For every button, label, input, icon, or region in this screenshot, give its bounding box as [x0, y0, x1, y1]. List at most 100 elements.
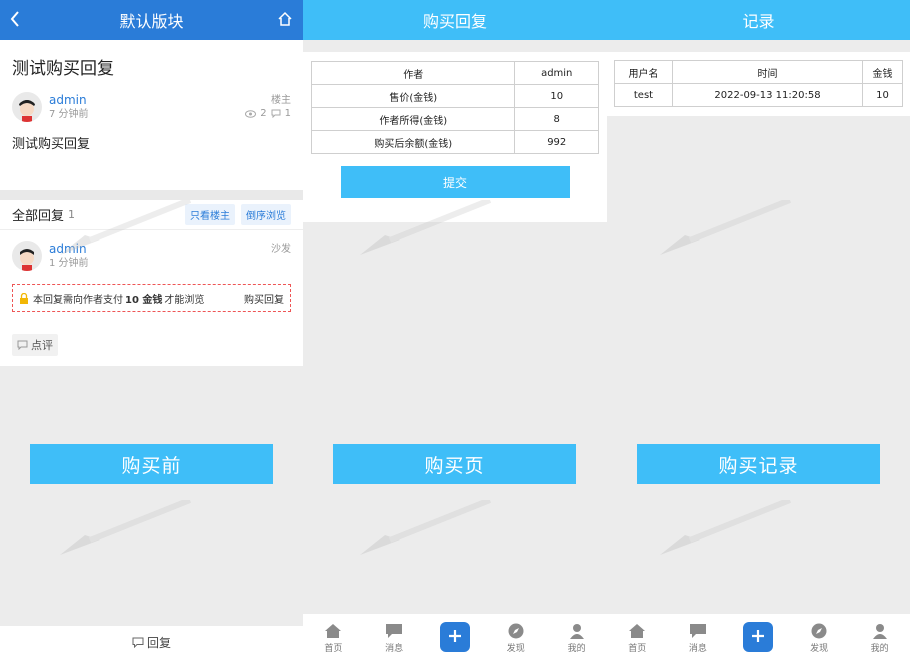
bottom-reply-label: 回复: [146, 635, 171, 650]
page-title: 默认版块: [119, 12, 184, 31]
records-card: 用户名 时间 金钱 test 2022-09-13 11:20:58 10: [607, 52, 910, 116]
purchase-card: 作者 admin 售价(金钱) 10 作者所得(金钱) 8 购买后余额(金钱) …: [303, 52, 607, 222]
column-header: 金钱: [862, 60, 903, 84]
table-row: 购买后余额(金钱) 992: [310, 130, 599, 154]
reverse-order-button[interactable]: 倒序浏览: [241, 204, 291, 225]
view-count: 2: [260, 108, 267, 119]
lock-icon: [20, 292, 28, 304]
plus-icon: [743, 622, 774, 652]
plus-icon: [439, 622, 470, 652]
tab-post[interactable]: [738, 622, 778, 654]
comment-icon: [17, 340, 28, 350]
tab-home-label: 首页: [324, 644, 343, 654]
post-stats: 2 1: [245, 107, 291, 120]
tab-home[interactable]: 首页: [313, 623, 353, 654]
post: 测试购买回复 admin 7 分钟前 楼主 2 1 测试购买回复: [0, 40, 303, 190]
table-header-row: 用户名 时间 金钱: [614, 60, 903, 84]
tab-mine[interactable]: 我的: [860, 623, 900, 654]
table-cell: 2022-09-13 11:20:58: [672, 83, 863, 107]
pay-suffix: 才能浏览: [164, 294, 205, 306]
message-icon: [689, 624, 706, 638]
column-header: 时间: [672, 60, 863, 84]
tab-discover[interactable]: 发现: [799, 623, 839, 654]
compass-icon: [508, 623, 524, 639]
tab-discover-label: 发现: [810, 644, 829, 654]
author-name[interactable]: admin: [49, 93, 245, 108]
tab-messages[interactable]: 消息: [374, 623, 414, 654]
tab-mine-label: 我的: [567, 644, 586, 654]
pay-prefix: 本回复需向作者支付: [33, 294, 123, 306]
tab-post[interactable]: [435, 622, 475, 654]
reply-time: 1 分钟前: [49, 258, 89, 269]
floor-label: 沙发: [271, 244, 291, 255]
home-icon: [325, 624, 342, 638]
user-icon: [569, 624, 584, 639]
column-header: 用户名: [614, 60, 673, 84]
pay-amount: 10 金钱: [125, 294, 163, 306]
page-title: 购买回复: [422, 12, 487, 31]
back-icon[interactable]: [10, 11, 20, 31]
caption-purchase-page: 购买页: [333, 444, 576, 484]
buy-reply-button[interactable]: 购买回复: [244, 291, 284, 306]
reply-count: 1: [284, 108, 291, 119]
avatar[interactable]: [12, 92, 42, 122]
comment-icon: [271, 109, 281, 118]
bottom-reply-button[interactable]: 回复: [0, 626, 303, 658]
tab-messages-label: 消息: [688, 644, 707, 654]
tab-messages-label: 消息: [385, 644, 404, 654]
post-meta: 楼主 2 1: [245, 94, 291, 120]
reply-author-row: admin 1 分钟前 沙发: [12, 240, 291, 272]
panel-purchase-page: 购买回复 作者 admin 售价(金钱) 10 作者所得(金钱) 8 购买后余额…: [303, 0, 607, 658]
divider: [0, 190, 303, 200]
eye-icon: [245, 109, 257, 118]
replies-title: 全部回复: [12, 209, 65, 224]
purchase-table: 作者 admin 售价(金钱) 10 作者所得(金钱) 8 购买后余额(金钱) …: [310, 61, 599, 154]
tab-bar: 首页 消息 发现 我的: [303, 614, 607, 658]
tab-mine-label: 我的: [870, 644, 889, 654]
replies-count: 1: [68, 208, 76, 221]
tab-discover[interactable]: 发现: [496, 623, 536, 654]
tab-messages[interactable]: 消息: [678, 623, 718, 654]
post-author-row: admin 7 分钟前 楼主 2 1: [12, 91, 291, 123]
user-icon: [872, 624, 887, 639]
table-cell: 售价(金钱): [310, 84, 516, 108]
author-role: 楼主: [271, 95, 291, 106]
header: 默认版块: [0, 0, 303, 40]
records-table: 用户名 时间 金钱 test 2022-09-13 11:20:58 10: [614, 60, 903, 107]
tab-home-label: 首页: [628, 644, 647, 654]
replies-bar: 全部回复 1 只看楼主 倒序浏览: [0, 200, 303, 230]
avatar[interactable]: [12, 241, 42, 271]
submit-button[interactable]: 提交: [340, 166, 570, 198]
reply-author-name[interactable]: admin: [49, 242, 271, 257]
home-icon: [629, 624, 646, 638]
caption-purchase-records: 购买记录: [637, 444, 880, 484]
table-row: 作者所得(金钱) 8: [310, 107, 599, 131]
reply-item: admin 1 分钟前 沙发 本回复需向作者支付 10 金钱 才能浏览 购买回复…: [0, 230, 303, 366]
table-cell: admin: [514, 61, 599, 85]
comment-label: 点评: [31, 339, 53, 352]
home-icon[interactable]: [277, 11, 293, 31]
table-cell: 8: [514, 107, 599, 131]
table-cell: 992: [514, 130, 599, 154]
message-icon: [386, 624, 403, 638]
only-author-button[interactable]: 只看楼主: [185, 204, 235, 225]
pay-notice: 本回复需向作者支付 10 金钱 才能浏览 购买回复: [12, 284, 291, 312]
tab-home[interactable]: 首页: [617, 623, 657, 654]
author-info: admin 1 分钟前: [49, 242, 271, 270]
comment-icon: [132, 637, 144, 648]
table-row: test 2022-09-13 11:20:58 10: [614, 83, 903, 107]
table-row: 作者 admin: [310, 61, 599, 85]
compass-icon: [811, 623, 827, 639]
comment-button[interactable]: 点评: [12, 334, 58, 356]
panel-purchase-records: 记录 用户名 时间 金钱 test 2022-09-13 11:20:58 10…: [607, 0, 910, 658]
post-time: 7 分钟前: [49, 109, 89, 120]
tab-discover-label: 发现: [506, 644, 525, 654]
header: 记录: [607, 0, 910, 40]
panel-before-purchase: 默认版块 测试购买回复 admin 7 分钟前 楼主 2 1 测试购买回复 全部…: [0, 0, 303, 658]
author-info: admin 7 分钟前: [49, 93, 245, 121]
table-cell: 10: [514, 84, 599, 108]
tab-mine[interactable]: 我的: [557, 623, 597, 654]
header: 购买回复: [303, 0, 607, 40]
table-cell: test: [614, 83, 673, 107]
page-title: 记录: [742, 12, 775, 31]
